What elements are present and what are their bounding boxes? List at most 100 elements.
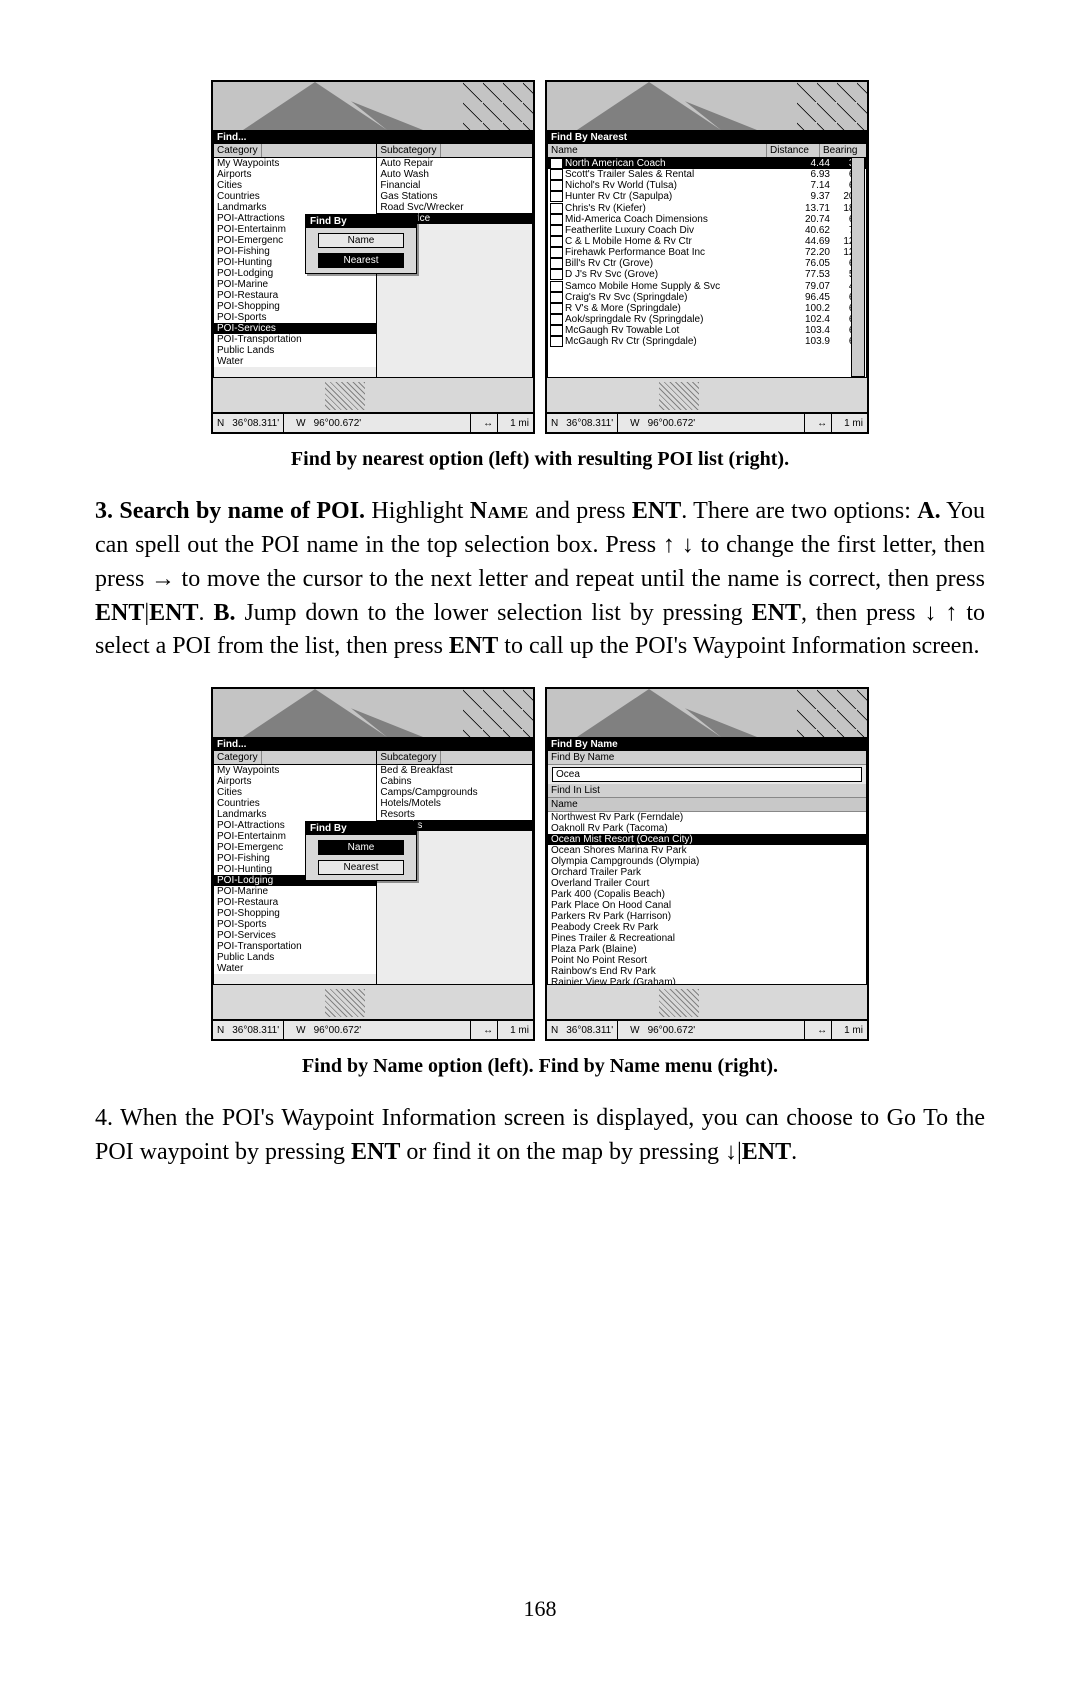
list-item[interactable]: Road Svc/Wrecker: [377, 202, 532, 213]
table-row[interactable]: Craig's Rv Svc (Springdale)96.4564°: [548, 292, 866, 303]
list-item[interactable]: Northwest Rv Park (Ferndale): [548, 812, 866, 823]
kw-ent: ENT: [632, 498, 681, 524]
list-item[interactable]: POI-Restaura: [214, 897, 376, 908]
figure-row-2: Find... Category My WaypointsAirportsCit…: [95, 687, 985, 1041]
name-button[interactable]: Name: [318, 233, 404, 248]
list-item[interactable]: Ocean Shores Marina Rv Park: [548, 845, 866, 856]
table-row[interactable]: Nichol's Rv World (Tulsa)7.1461°: [548, 180, 866, 191]
poi-icon: [550, 325, 563, 336]
name-button[interactable]: Name: [318, 840, 404, 855]
list-item[interactable]: Water: [214, 356, 376, 367]
list-item[interactable]: Parkers Rv Park (Harrison): [548, 911, 866, 922]
table-row[interactable]: Chris's Rv (Kiefer)13.71186°: [548, 203, 866, 214]
list-item[interactable]: Park 400 (Copalis Beach): [548, 889, 866, 900]
list-item[interactable]: Gas Stations: [377, 191, 532, 202]
list-item[interactable]: POI-Marine: [214, 886, 376, 897]
status-lat: 36°08.311': [228, 418, 283, 429]
table-row[interactable]: Featherlite Luxury Coach Div40.6270°: [548, 225, 866, 236]
table-row[interactable]: Aok/springdale Rv (Springdale)102.464°: [548, 314, 866, 325]
list-item[interactable]: Ocean Mist Resort (Ocean City): [548, 834, 866, 845]
category-header: Category: [214, 144, 262, 157]
list-item[interactable]: Landmarks: [214, 809, 376, 820]
list-item[interactable]: Oaknoll Rv Park (Tacoma): [548, 823, 866, 834]
list-item[interactable]: Cabins: [377, 776, 532, 787]
list-item[interactable]: POI-Marine: [214, 279, 376, 290]
table-row[interactable]: Firehawk Performance Boat Inc72.20121°: [548, 247, 866, 258]
list-item[interactable]: Financial: [377, 180, 532, 191]
list-item[interactable]: POI-Shopping: [214, 301, 376, 312]
byname-panel: Find By Name Ocea Find In List Name Nort…: [547, 750, 867, 985]
nearest-button[interactable]: Nearest: [318, 860, 404, 875]
screen-find-by-name-list: Find By Name Find By Name Ocea Find In L…: [545, 687, 869, 1041]
poi-icon: [550, 158, 563, 169]
list-item[interactable]: Cities: [214, 180, 376, 191]
list-item[interactable]: POI-Sports: [214, 312, 376, 323]
list-item[interactable]: POI-Services: [214, 323, 376, 334]
list-item[interactable]: Park Place On Hood Canal: [548, 900, 866, 911]
list-item[interactable]: Overland Trailer Court: [548, 878, 866, 889]
list-item[interactable]: Auto Wash: [377, 169, 532, 180]
list-item[interactable]: Public Lands: [214, 345, 376, 356]
list-item[interactable]: Orchard Trailer Park: [548, 867, 866, 878]
list-item[interactable]: Camps/Campgrounds: [377, 787, 532, 798]
list-item[interactable]: Cities: [214, 787, 376, 798]
poi-icon: [550, 303, 563, 314]
paragraph-3: 3. Search by name of POI. Highlight Name…: [95, 495, 985, 663]
list-item[interactable]: Point No Point Resort: [548, 955, 866, 966]
nearest-table[interactable]: North American Coach4.4437°Scott's Trail…: [548, 158, 866, 347]
table-row[interactable]: North American Coach4.4437°: [548, 158, 866, 169]
name-list[interactable]: Northwest Rv Park (Ferndale)Oaknoll Rv P…: [548, 812, 866, 999]
col-bearing: Bearing: [820, 144, 866, 157]
list-item[interactable]: POI-Transportation: [214, 334, 376, 345]
subcategory-header: Subcategory: [377, 751, 440, 764]
list-item[interactable]: Airports: [214, 169, 376, 180]
nearest-button[interactable]: Nearest: [318, 253, 404, 268]
list-item[interactable]: Public Lands: [214, 952, 376, 963]
category-header: Category: [214, 751, 262, 764]
table-row[interactable]: McGaugh Rv Ctr (Springdale)103.962°: [548, 336, 866, 347]
list-item[interactable]: Hotels/Motels: [377, 798, 532, 809]
table-row[interactable]: R V's & More (Springdale)100.264°: [548, 303, 866, 314]
table-row[interactable]: D J's Rv Svc (Grove)77.5359°: [548, 269, 866, 280]
popup-title: Find By: [306, 822, 416, 835]
list-item[interactable]: Water: [214, 963, 376, 974]
list-item[interactable]: Plaza Park (Blaine): [548, 944, 866, 955]
poi-icon: [550, 269, 563, 280]
map-strip: [547, 82, 867, 131]
poi-icon: [550, 169, 563, 180]
list-item[interactable]: Countries: [214, 798, 376, 809]
list-item[interactable]: Landmarks: [214, 202, 376, 213]
list-item[interactable]: Airports: [214, 776, 376, 787]
list-item[interactable]: Bed & Breakfast: [377, 765, 532, 776]
list-item[interactable]: My Waypoints: [214, 158, 376, 169]
list-item[interactable]: Peabody Creek Rv Park: [548, 922, 866, 933]
up-arrow-icon: ↑: [663, 531, 675, 558]
list-item[interactable]: Resorts: [377, 809, 532, 820]
table-row[interactable]: Bill's Rv Ctr (Grove)76.0561°: [548, 258, 866, 269]
list-item[interactable]: Pines Trailer & Recreational: [548, 933, 866, 944]
table-row[interactable]: McGaugh Rv Towable Lot103.462°: [548, 325, 866, 336]
find-by-name-label: Find By Name: [548, 751, 866, 765]
scrollbar[interactable]: [851, 157, 865, 377]
poi-icon: [550, 236, 563, 247]
table-row[interactable]: Hunter Rv Ctr (Sapulpa)9.37206°: [548, 191, 866, 202]
table-row[interactable]: Mid-America Coach Dimensions20.7463°: [548, 214, 866, 225]
list-item[interactable]: POI-Services: [214, 930, 376, 941]
table-row[interactable]: C & L Mobile Home & Rv Ctr44.69126°: [548, 236, 866, 247]
list-item[interactable]: POI-Restaura: [214, 290, 376, 301]
find-by-popup: Find By Name Nearest: [305, 821, 417, 881]
table-row[interactable]: Samco Mobile Home Supply & Svc79.0747°: [548, 281, 866, 292]
down-arrow-icon: ↓: [924, 599, 936, 626]
list-item[interactable]: Countries: [214, 191, 376, 202]
name-input[interactable]: Ocea: [552, 767, 862, 782]
table-row[interactable]: Scott's Trailer Sales & Rental6.9364°: [548, 169, 866, 180]
list-item[interactable]: POI-Transportation: [214, 941, 376, 952]
status-n: N: [213, 418, 228, 429]
list-item[interactable]: POI-Shopping: [214, 908, 376, 919]
page-number: 168: [0, 1596, 1080, 1622]
list-item[interactable]: Olympia Campgrounds (Olympia): [548, 856, 866, 867]
list-item[interactable]: POI-Sports: [214, 919, 376, 930]
list-item[interactable]: Auto Repair: [377, 158, 532, 169]
list-item[interactable]: My Waypoints: [214, 765, 376, 776]
list-item[interactable]: Rainbow's End Rv Park: [548, 966, 866, 977]
